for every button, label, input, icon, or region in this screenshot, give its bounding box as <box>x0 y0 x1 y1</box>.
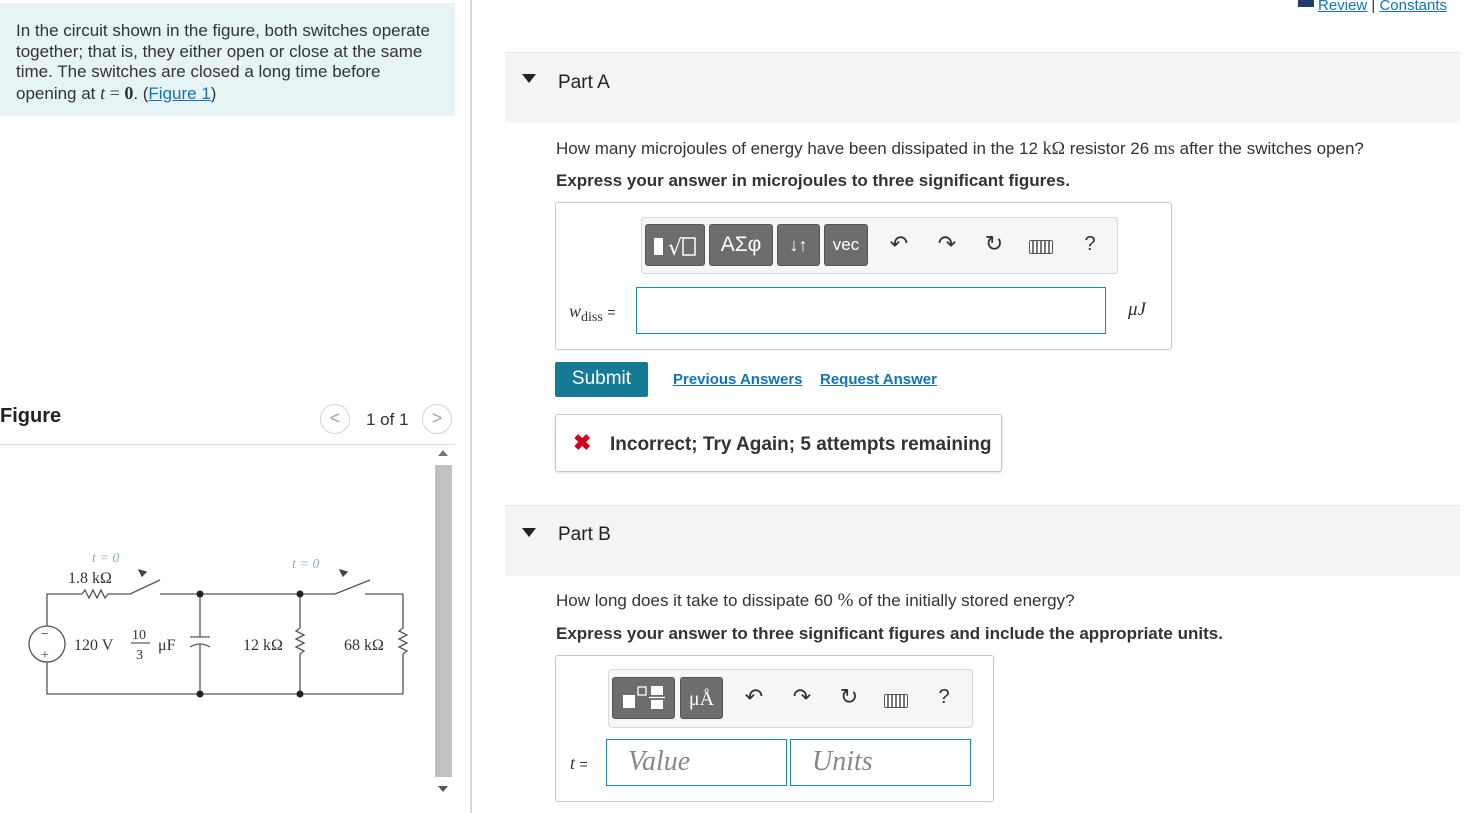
book-icon <box>1298 0 1315 7</box>
undo-icon[interactable]: ↶ <box>885 231 913 257</box>
link-separator: | <box>1371 0 1376 14</box>
value-input[interactable]: Value <box>606 739 787 786</box>
templates-icon: √ <box>654 236 696 261</box>
templates-button[interactable]: √ <box>645 224 705 266</box>
junction-dot <box>296 690 304 698</box>
part-a-question: How many microjoules of energy have been… <box>556 138 1364 159</box>
reset-icon[interactable]: ↻ <box>835 684 863 710</box>
source-minus: − <box>41 627 49 642</box>
keyboard-icon[interactable] <box>884 694 908 708</box>
help-icon[interactable]: ? <box>932 686 956 709</box>
junction-dot <box>196 590 204 598</box>
review-link[interactable]: Review <box>1318 0 1367 14</box>
equals-sign: = <box>579 756 588 772</box>
part-b-instruction: Express your answer to three significant… <box>556 624 1223 643</box>
feedback-text: Incorrect; Try Again; 5 attempts remaini… <box>610 434 992 455</box>
figure-title: Figure <box>0 405 62 427</box>
redo-icon[interactable]: ↷ <box>933 231 961 257</box>
fraction-template-icon <box>623 686 665 709</box>
previous-answers-link[interactable]: Previous Answers <box>673 371 803 388</box>
percent-sign: % <box>837 590 854 611</box>
units-placeholder: Units <box>812 746 873 777</box>
keyboard-icon[interactable] <box>1029 240 1053 254</box>
scroll-thumb[interactable] <box>435 465 452 777</box>
undo-icon[interactable]: ↶ <box>740 684 768 710</box>
junction-dot <box>196 690 204 698</box>
source-plus: + <box>41 648 49 663</box>
question-text: How many microjoules of energy have been… <box>556 139 1043 158</box>
question-text: after the switches open? <box>1174 139 1364 158</box>
question-text: resistor 26 <box>1065 139 1154 158</box>
incorrect-icon: ✖ <box>573 430 592 455</box>
prev-figure-button[interactable]: < <box>320 404 350 434</box>
constants-link[interactable]: Constants <box>1379 0 1447 14</box>
templates-button[interactable] <box>612 677 675 719</box>
feedback-box: ✖ Incorrect; Try Again; 5 attempts remai… <box>555 414 1002 472</box>
reset-icon[interactable]: ↻ <box>980 231 1008 257</box>
chevron-left-icon: < <box>329 408 341 428</box>
scroll-down-icon[interactable] <box>438 786 448 792</box>
value-placeholder: Value <box>628 746 691 777</box>
switch2-label: t = 0 <box>292 557 319 572</box>
question-unit: ms <box>1153 138 1175 158</box>
equals-sign: = <box>607 304 616 320</box>
submit-button[interactable]: Submit <box>555 362 648 397</box>
symbols-button[interactable]: ΑΣφ <box>709 224 773 266</box>
problem-time-expr: t = 0 <box>100 82 134 103</box>
arrows-button[interactable]: ↓↑ <box>777 224 820 266</box>
capacitor-denominator: 3 <box>136 648 143 663</box>
junction-dot <box>296 590 304 598</box>
svg-text:√: √ <box>668 236 683 261</box>
units-input[interactable]: Units <box>790 739 971 786</box>
figure-link[interactable]: Figure 1 <box>148 84 210 103</box>
header-links: Review | Constants <box>1298 0 1447 14</box>
part-b-question: How long does it take to dissipate 60 % … <box>556 590 1075 612</box>
var-symbol: t <box>570 753 576 773</box>
redo-icon[interactable]: ↷ <box>788 684 816 710</box>
part-a-instruction: Express your answer in microjoules to th… <box>556 171 1070 190</box>
request-answer-link[interactable]: Request Answer <box>820 371 937 388</box>
part-b-var-label: t = <box>570 753 588 774</box>
question-text: How long does it take to dissipate 60 <box>556 591 838 610</box>
panel-divider <box>470 0 472 813</box>
figure-pager: 1 of 1 <box>366 410 409 429</box>
problem-statement: In the circuit shown in the figure, both… <box>0 3 455 116</box>
var-symbol: w <box>569 301 582 321</box>
part-b-title: Part B <box>558 524 611 545</box>
problem-text: In the circuit shown in the figure, both… <box>16 21 430 103</box>
capacitor-numerator: 10 <box>132 628 146 643</box>
question-text: of the initially stored energy? <box>853 591 1075 610</box>
part-a-answer-input[interactable] <box>636 287 1106 334</box>
resistor3-label: 68 kΩ <box>344 637 384 654</box>
vector-button[interactable]: vec <box>824 224 868 266</box>
part-a-title: Part A <box>558 72 610 93</box>
part-a-unit: μJ <box>1128 299 1146 320</box>
scroll-up-icon[interactable] <box>438 450 448 456</box>
source-label: 120 V <box>74 637 114 654</box>
var-subscript: diss <box>581 310 603 325</box>
circuit-diagram: t = 0 t = 0 1.8 kΩ − + 120 V 10 3 μF 12 … <box>28 551 409 698</box>
collapse-arrow-icon[interactable] <box>522 74 536 83</box>
next-figure-button[interactable]: > <box>422 404 452 434</box>
resistor2-label: 12 kΩ <box>243 637 283 654</box>
part-a-header[interactable] <box>505 52 1460 123</box>
chevron-right-icon: > <box>431 408 443 428</box>
units-button[interactable]: μÅ <box>680 677 723 719</box>
question-unit: kΩ <box>1042 138 1066 158</box>
capacitor-unit: μF <box>158 637 176 654</box>
resistor1-label: 1.8 kΩ <box>68 570 112 587</box>
part-b-header[interactable] <box>505 505 1460 576</box>
part-a-var-label: wdiss = <box>569 301 616 325</box>
switch1-label: t = 0 <box>92 551 119 566</box>
help-icon[interactable]: ? <box>1078 233 1102 256</box>
collapse-arrow-icon[interactable] <box>522 528 536 537</box>
